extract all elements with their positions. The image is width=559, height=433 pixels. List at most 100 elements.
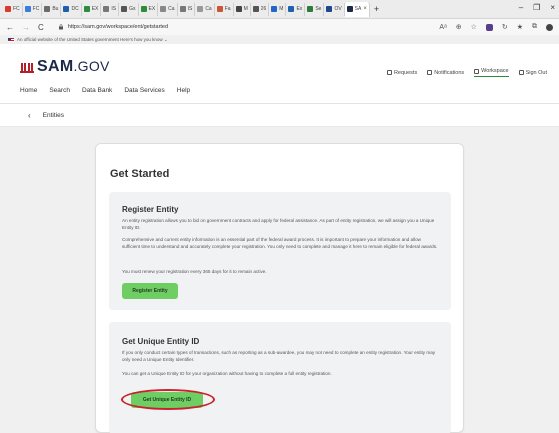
register-entity-text-3: You must renew your registration every 3… (122, 269, 267, 274)
tab-favicon-icon (103, 6, 110, 12)
browser-tab[interactable]: IS (178, 2, 196, 16)
tab-label: DC (71, 6, 79, 12)
tab-label: M (243, 6, 248, 12)
tab-favicon-icon (271, 6, 278, 12)
url-field[interactable]: https://sam.gov/workspace/ent/getstarted (58, 24, 168, 30)
tab-favicon-icon (5, 6, 11, 12)
sam-logo[interactable]: SAM.GOV (20, 58, 110, 76)
breadcrumb-entities[interactable]: Entities (43, 112, 64, 119)
register-entity-text-1: An entity registration allows you to bid… (122, 218, 435, 230)
page-title: Get Started (110, 168, 170, 180)
collections-icon[interactable]: ⧉ (532, 23, 537, 31)
browser-tab[interactable]: EX (139, 2, 159, 16)
tab-active[interactable]: SA × (344, 1, 370, 17)
nav-home[interactable]: Home (20, 87, 37, 94)
tab-favicon-icon (83, 6, 90, 12)
unique-entity-id-heading: Get Unique Entity ID (122, 337, 200, 346)
gov-banner-text[interactable]: An official website of the United States… (17, 37, 168, 43)
tab-label: Gs (129, 6, 136, 12)
zoom-icon[interactable]: ⊕ (456, 23, 462, 31)
tab-label: EX (91, 6, 99, 12)
tab-strip: FC FC Bu DC EX IS Gs EX Ca IS Ca Fa M 26 M Ex Se OV (3, 2, 345, 16)
requests-icon (386, 70, 392, 75)
unique-entity-id-text-2: You can get a Unique Entity ID for your … (122, 371, 332, 376)
tab-favicon-icon (197, 6, 204, 12)
unique-entity-id-panel: Get Unique Entity ID If you only conduct… (109, 322, 451, 433)
forward-button[interactable]: → (22, 23, 30, 32)
nav-search[interactable]: Search (49, 87, 70, 94)
browser-tab[interactable]: IS (101, 2, 120, 16)
minimize-button[interactable]: – (519, 3, 523, 12)
browser-tab[interactable]: M (269, 2, 287, 16)
browser-tab-bar: FC FC Bu DC EX IS Gs EX Ca IS Ca Fa M 26 M Ex Se OV SA × … (0, 0, 559, 19)
lock-icon (58, 24, 63, 30)
back-button[interactable]: ← (6, 23, 14, 32)
tab-label: FC (13, 6, 20, 12)
restore-button[interactable]: ❐ (533, 3, 540, 12)
nav-help[interactable]: Help (177, 87, 190, 94)
sign-out-icon (518, 70, 524, 75)
tab-label: Ca (205, 6, 212, 12)
tab-favicon-icon (216, 6, 223, 12)
browser-tab[interactable]: Se (305, 2, 325, 16)
tab-label: Ca (168, 6, 175, 12)
tab-favicon-icon (44, 6, 51, 12)
tab-favicon-icon (288, 6, 295, 12)
tab-favicon-icon (326, 6, 333, 12)
nav-data-services[interactable]: Data Services (124, 87, 164, 94)
browser-tab[interactable]: Ex (286, 2, 306, 16)
browser-tab[interactable]: DC (61, 2, 82, 16)
profile-avatar[interactable] (546, 23, 553, 31)
sign-out-link[interactable]: Sign Out (518, 68, 547, 77)
browser-tab[interactable]: Fa (215, 2, 234, 16)
browser-tab[interactable]: OV (324, 2, 345, 16)
tab-favicon-icon (307, 6, 314, 12)
browser-tab[interactable]: 26 (251, 2, 270, 16)
browser-tab[interactable]: Ca (195, 2, 215, 16)
browser-tab[interactable]: EX (82, 2, 102, 16)
tab-favicon-icon (160, 6, 167, 12)
favorite-star-icon[interactable]: ☆ (471, 23, 477, 31)
us-flag-icon (8, 37, 14, 42)
tab-favicon-icon (235, 6, 242, 12)
extension-icon[interactable] (485, 23, 493, 31)
notifications-link[interactable]: Notifications (427, 68, 464, 77)
register-entity-text-2: Comprehensive and current entity informa… (122, 237, 438, 249)
refresh-extension-icon[interactable]: ↻ (502, 23, 508, 31)
notifications-icon (427, 70, 433, 75)
tab-label: SA (354, 6, 362, 12)
tab-favicon-icon (179, 6, 186, 12)
tab-favicon-icon (24, 6, 31, 12)
browser-tab[interactable]: Gs (119, 2, 139, 16)
register-entity-button[interactable]: Register Entity (122, 283, 178, 299)
browser-tab[interactable]: Bu (42, 2, 62, 16)
close-window-button[interactable]: × (550, 3, 555, 12)
back-chevron-icon[interactable]: ‹ (28, 111, 31, 120)
tab-label: EX (148, 6, 156, 12)
tab-label: Se (315, 6, 322, 12)
browser-tab[interactable]: FC (3, 2, 23, 16)
header-tools: Requests Notifications Workspace Sign Ou… (386, 68, 547, 77)
tab-label: Fa (224, 6, 231, 12)
close-tab-icon[interactable]: × (363, 6, 367, 12)
workspace-icon (474, 68, 480, 74)
tab-label: IS (187, 6, 193, 12)
browser-tab[interactable]: FC (23, 2, 43, 16)
favorites-icon[interactable]: ★ (517, 23, 523, 31)
red-highlight-circle (121, 389, 215, 410)
tab-favicon-icon (121, 6, 128, 12)
browser-tab[interactable]: Ca (158, 2, 178, 16)
register-entity-panel: Register Entity An entity registration a… (109, 192, 451, 310)
new-tab-button[interactable]: + (370, 4, 383, 14)
read-aloud-icon[interactable]: Aᵃ (439, 24, 446, 31)
workspace-link[interactable]: Workspace (474, 68, 509, 77)
requests-link[interactable]: Requests (386, 68, 417, 77)
browser-tab[interactable]: M (234, 2, 251, 16)
reload-button[interactable]: C (38, 23, 44, 32)
sam-favicon-icon (346, 6, 353, 12)
main-nav: Home Search Data Bank Data Services Help (20, 87, 190, 94)
unique-entity-id-text-1: If you only conduct certain types of tra… (122, 350, 436, 362)
nav-data-bank[interactable]: Data Bank (82, 87, 112, 94)
breadcrumb: ‹ Entities (0, 104, 559, 127)
tab-label: IS (111, 6, 117, 12)
